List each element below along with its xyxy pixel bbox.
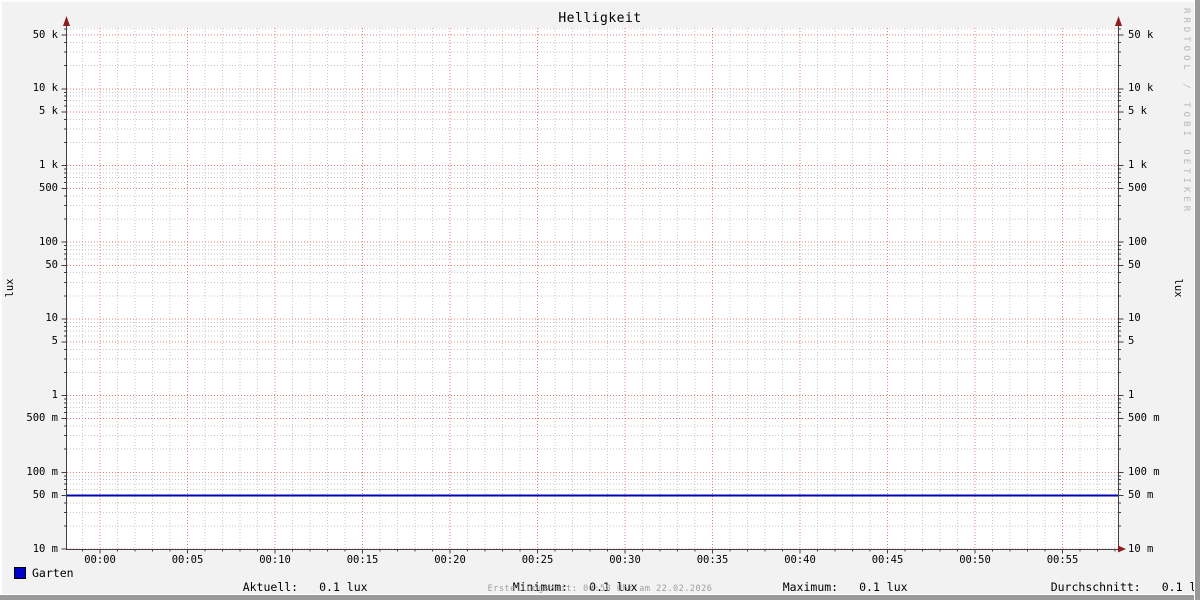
x-tick-label: 00:05	[171, 554, 204, 566]
y-tick-label-left: 100 m	[26, 465, 58, 478]
y-tick-label-right: 5	[1128, 335, 1135, 348]
y-tick-label-right: 1	[1128, 389, 1135, 402]
y-tick-label-right: 50 m	[1128, 488, 1154, 501]
y-tick-label-left: 10 k	[32, 82, 58, 95]
x-tick-label: 00:00	[84, 554, 116, 566]
y-tick-label-left: 500 m	[26, 412, 58, 425]
y-tick-label-left: 50 k	[32, 28, 58, 41]
y-tick-label-left: 100	[39, 235, 58, 248]
border-right	[1195, 0, 1200, 600]
y-tick-label-left: 5	[51, 335, 58, 348]
y-tick-label-right: 100 m	[1128, 465, 1160, 478]
creation-time-caption: Erstellungszeit: 00:58 Uhr am 22.02.2026	[487, 584, 713, 594]
y-tick-label-right: 10 m	[1128, 542, 1154, 555]
y-tick-label-left: 50	[45, 258, 58, 271]
x-tick-label: 00:10	[259, 554, 291, 566]
y-tick-label-right: 500 m	[1128, 412, 1160, 425]
legend-series-label: Garten	[32, 566, 74, 580]
y-tick-label-left: 500	[39, 182, 58, 195]
y-tick-label-left: 1	[51, 389, 58, 402]
y-tick-label-right: 50	[1128, 258, 1141, 271]
x-tick-label: 00:15	[346, 554, 379, 566]
y-tick-label-left: 10 m	[32, 542, 58, 555]
y-tick-label-right: 50 k	[1128, 28, 1154, 41]
y-tick-label-right: 10 k	[1128, 82, 1154, 95]
y-tick-label-right: 10	[1128, 312, 1141, 325]
x-tick-label: 00:55	[1046, 554, 1079, 566]
border-bottom	[0, 595, 1200, 600]
y-tick-label-left: 5 k	[39, 105, 58, 118]
y-tick-label-left: 10	[45, 312, 58, 325]
y-tick-label-left: 50 m	[32, 488, 58, 501]
y-tick-label-left: 1 k	[39, 159, 58, 171]
y-tick-label-right: 100	[1128, 235, 1147, 248]
y-tick-label-right: 5 k	[1128, 105, 1147, 118]
y-tick-label-right: 500	[1128, 182, 1147, 195]
x-tick-label: 00:35	[696, 554, 729, 566]
x-tick-label: 00:30	[609, 554, 641, 566]
x-tick-label: 00:40	[784, 554, 816, 566]
legend-swatch	[14, 567, 26, 579]
x-tick-label: 00:25	[521, 554, 554, 566]
x-tick-label: 00:45	[871, 554, 904, 566]
chart-plot-area	[61, 16, 1126, 554]
x-tick-label: 00:20	[434, 554, 466, 566]
y-tick-label-right: 1 k	[1128, 159, 1147, 171]
rrdtool-graph: Helligkeit RRDTOOL / TOBI OETIKER lux lu…	[0, 0, 1200, 600]
x-tick-label: 00:50	[959, 554, 991, 566]
